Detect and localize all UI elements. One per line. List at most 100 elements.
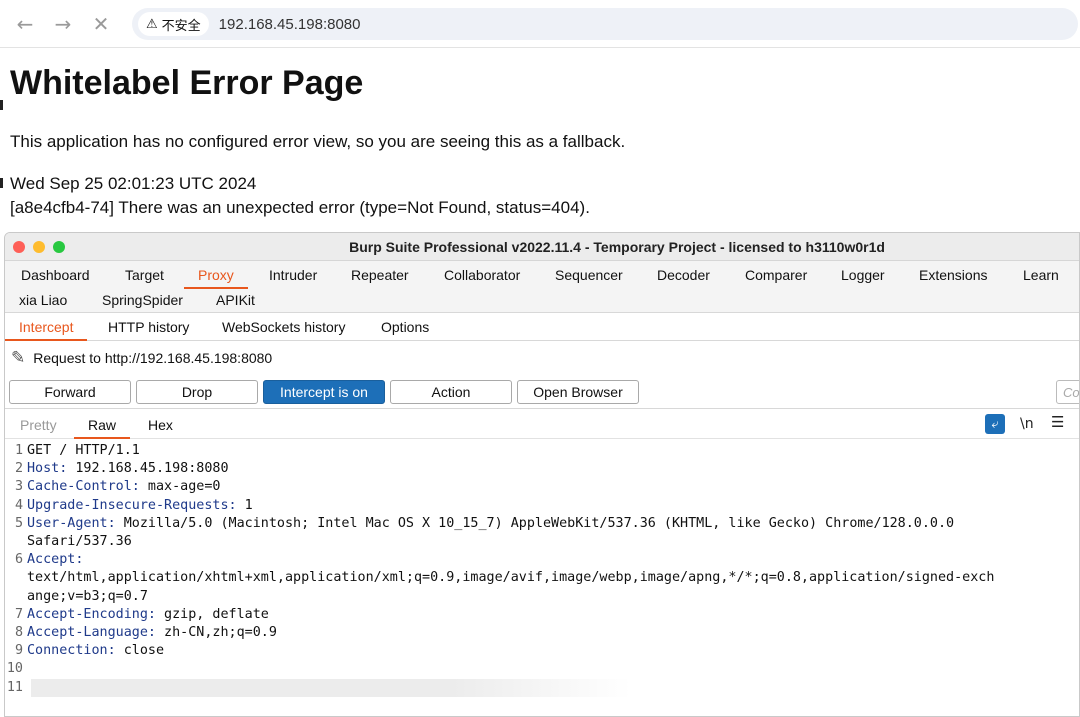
comment-input[interactable]: Co — [1056, 380, 1079, 404]
request-line[interactable]: 6 Accept: — [5, 551, 1079, 569]
line-content: Connection: close — [27, 643, 165, 659]
line-number: 2 — [14, 461, 23, 477]
error-message: This application has no configured error… — [10, 132, 626, 151]
header-name: Cache-Control: — [27, 479, 140, 495]
proxy-subtabs: Intercept HTTP history WebSockets histor… — [5, 313, 1079, 341]
line-number: 1 — [14, 443, 23, 458]
menu-icon[interactable]: ☰ — [1051, 413, 1064, 431]
tab-xia-liao[interactable]: xia Liao — [19, 292, 67, 308]
intercept-toggle-button[interactable]: Intercept is on — [263, 380, 385, 404]
edge-mark — [0, 178, 3, 188]
tab-proxy[interactable]: Proxy — [184, 267, 248, 289]
error-detail: [a8e4cfb4-74] There was an unexpected er… — [10, 198, 590, 217]
request-line[interactable]: 10 — [5, 660, 1079, 678]
request-line[interactable]: 7 Accept-Encoding: gzip, deflate — [5, 606, 1079, 624]
line-content: User-Agent: Mozilla/5.0 (Macintosh; Inte… — [27, 515, 955, 531]
line-number: 4 — [14, 497, 23, 513]
line-content: Safari/537.36 — [27, 534, 132, 550]
tab-intruder[interactable]: Intruder — [269, 267, 317, 283]
url-text[interactable]: 192.168.45.198:8080 — [219, 16, 361, 33]
header-name: Accept-Language: — [27, 625, 156, 641]
tab-hex[interactable]: Hex — [148, 417, 173, 433]
header-name: Upgrade-Insecure-Requests: — [27, 497, 237, 513]
request-line[interactable]: 5 User-Agent: Mozilla/5.0 (Macintosh; Int… — [5, 515, 1079, 533]
back-icon[interactable]: ← — [6, 5, 44, 43]
request-target-bar: ✎ Request to http://192.168.45.198:8080 — [5, 341, 1079, 375]
line-number: 5 — [14, 515, 23, 531]
tab-dashboard[interactable]: Dashboard — [21, 267, 90, 283]
line-content: Accept-Language: zh-CN,zh;q=0.9 — [27, 625, 277, 641]
tab-http-history[interactable]: HTTP history — [108, 319, 189, 335]
tab-logger[interactable]: Logger — [841, 267, 885, 283]
stop-icon[interactable]: ✕ — [82, 5, 120, 43]
line-content: text/html,application/xhtml+xml,applicat… — [27, 570, 995, 586]
current-line-highlight — [31, 679, 631, 697]
header-name: Host: — [27, 461, 68, 477]
tab-learn[interactable]: Learn — [1023, 267, 1059, 283]
line-number — [5, 588, 27, 606]
line-number: 10 — [6, 661, 23, 677]
header-name: User-Agent: — [27, 515, 116, 531]
request-line[interactable]: 3 Cache-Control: max-age=0 — [5, 478, 1079, 496]
line-content: GET / HTTP/1.1 — [27, 443, 140, 458]
line-number — [5, 569, 27, 587]
tab-comparer[interactable]: Comparer — [745, 267, 807, 283]
request-line[interactable]: 4 Upgrade-Insecure-Requests: 1 — [5, 497, 1079, 515]
main-tabs-row2: xia Liao SpringSpider APIKit — [5, 289, 1079, 313]
main-tabs-row1: Dashboard Target Proxy Intruder Repeater… — [5, 261, 1079, 289]
header-name: Connection: — [27, 643, 116, 659]
line-number — [5, 533, 27, 551]
browser-toolbar: ← → ✕ ⚠ 不安全 192.168.45.198:8080 — [0, 0, 1080, 48]
action-button[interactable]: Action — [390, 380, 512, 404]
newline-toggle[interactable]: \n — [1020, 416, 1034, 432]
intercept-toolbar: Forward Drop Intercept is on Action Open… — [5, 375, 1079, 409]
pencil-icon[interactable]: ✎ — [11, 348, 25, 368]
request-target: Request to http://192.168.45.198:8080 — [33, 350, 273, 366]
request-line[interactable]: 8 Accept-Language: zh-CN,zh;q=0.9 — [5, 624, 1079, 642]
request-line[interactable]: 1 GET / HTTP/1.1 — [5, 442, 1079, 460]
tab-decoder[interactable]: Decoder — [657, 267, 710, 283]
tab-springspider[interactable]: SpringSpider — [102, 292, 183, 308]
security-indicator[interactable]: ⚠ 不安全 — [138, 12, 209, 36]
line-number: 7 — [14, 606, 23, 622]
tab-sequencer[interactable]: Sequencer — [555, 267, 623, 283]
line-number: 8 — [14, 625, 23, 641]
tab-raw[interactable]: Raw — [73, 417, 131, 439]
line-content: Host: 192.168.45.198:8080 — [27, 461, 229, 477]
request-line[interactable]: Safari/537.36 — [5, 533, 1079, 551]
line-number: 11 — [6, 679, 23, 695]
request-line[interactable]: 9 Connection: close — [5, 642, 1079, 660]
message-view-tabs: Pretty Raw Hex ⤶ \n ☰ — [5, 409, 1079, 439]
line-content: Accept: — [27, 551, 83, 569]
tab-options[interactable]: Options — [381, 319, 429, 335]
forward-icon[interactable]: → — [44, 5, 82, 43]
request-line[interactable]: text/html,application/xhtml+xml,applicat… — [5, 569, 1079, 587]
tab-collaborator[interactable]: Collaborator — [444, 267, 520, 283]
burp-titlebar: Burp Suite Professional v2022.11.4 - Tem… — [5, 233, 1079, 261]
security-label: 不安全 — [161, 17, 201, 33]
line-content: ange;v=b3;q=0.7 — [27, 588, 148, 604]
web-page: Whitelabel Error Page This application h… — [0, 48, 1080, 238]
header-name: Accept: — [27, 552, 84, 568]
request-line[interactable]: ange;v=b3;q=0.7 — [5, 588, 1079, 606]
drop-button[interactable]: Drop — [136, 380, 258, 404]
open-browser-button[interactable]: Open Browser — [517, 380, 639, 404]
tab-apikit[interactable]: APIKit — [216, 292, 255, 308]
tab-intercept[interactable]: Intercept — [5, 319, 89, 341]
tab-extensions[interactable]: Extensions — [919, 267, 987, 283]
burp-window: Burp Suite Professional v2022.11.4 - Tem… — [4, 232, 1080, 717]
header-name: Accept-Encoding: — [27, 606, 156, 622]
forward-button[interactable]: Forward — [9, 380, 131, 404]
tab-repeater[interactable]: Repeater — [351, 267, 409, 283]
window-title: Burp Suite Professional v2022.11.4 - Tem… — [349, 239, 885, 255]
tab-pretty[interactable]: Pretty — [20, 417, 57, 433]
line-number: 9 — [14, 643, 23, 659]
line-content: Upgrade-Insecure-Requests: 1 — [27, 497, 253, 513]
edge-mark — [0, 100, 3, 110]
request-line[interactable]: 2 Host: 192.168.45.198:8080 — [5, 460, 1079, 478]
address-bar[interactable]: ⚠ 不安全 192.168.45.198:8080 — [132, 8, 1078, 40]
wrap-lines-icon[interactable]: ⤶ — [985, 414, 1005, 434]
request-editor[interactable]: 1 GET / HTTP/1.1 2 Host: 192.168.45.198:808… — [5, 439, 1079, 697]
tab-target[interactable]: Target — [125, 267, 164, 283]
tab-websockets-history[interactable]: WebSockets history — [222, 319, 345, 335]
